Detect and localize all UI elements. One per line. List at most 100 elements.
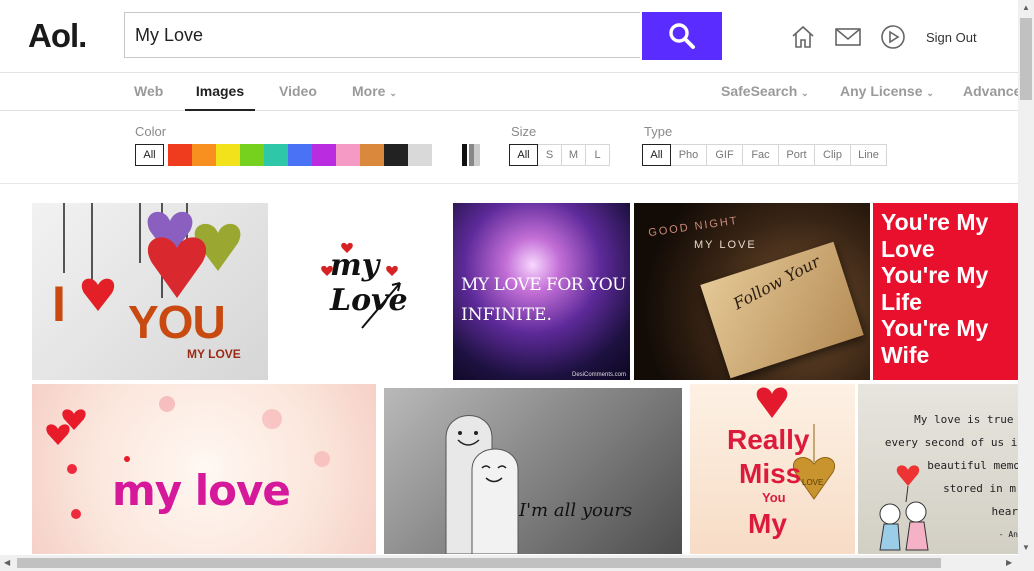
safesearch-label: SafeSearch xyxy=(721,83,798,99)
tile4-my-love-text: MY LOVE xyxy=(694,239,757,251)
tile5-line: You're My xyxy=(881,262,989,288)
color-swatch-gray[interactable] xyxy=(408,144,432,166)
search-button[interactable] xyxy=(642,12,722,60)
vertical-scrollbar[interactable]: ▲ ▼ xyxy=(1018,0,1034,555)
chevron-down-icon: ⌄ xyxy=(801,88,809,98)
tile5-text-block: You're My Love You're My Life You're My … xyxy=(881,209,988,368)
scroll-right-icon[interactable]: ▶ xyxy=(1006,558,1012,567)
tile4-paper-note xyxy=(700,241,864,379)
image-result-4[interactable]: GOOD NIGHT MY LOVE Follow Your xyxy=(634,203,870,380)
tile5-line: You're My xyxy=(881,209,989,235)
size-all-button[interactable]: All xyxy=(509,144,538,166)
license-dropdown[interactable]: Any License ⌄ xyxy=(840,73,934,109)
aol-logo[interactable]: Aol. xyxy=(28,17,87,55)
search-icon xyxy=(669,23,695,49)
color-swatch-black[interactable] xyxy=(384,144,408,166)
tile9-poem: My love is true and every second of us i… xyxy=(858,408,1018,546)
color-swatch-red[interactable] xyxy=(168,144,192,166)
color-filter-label: Color xyxy=(135,124,167,139)
tile9-line: - An xyxy=(998,530,1018,539)
tab-video[interactable]: Video xyxy=(279,73,317,109)
image-filters: Color All Size All S M L Type All Pho GI… xyxy=(0,111,1018,184)
image-results-grid: I YOU MY LOVE my Love MY LOVE FOR YOU IS… xyxy=(0,184,1018,554)
image-result-7[interactable]: I'm all yours xyxy=(384,388,682,554)
color-swatch-purple[interactable] xyxy=(312,144,336,166)
tab-more[interactable]: More ⌄ xyxy=(352,73,397,109)
size-small-button[interactable]: S xyxy=(537,144,562,166)
finger-couple-illustration xyxy=(445,415,519,554)
tile5-line: Life xyxy=(881,288,922,315)
type-portrait-button[interactable]: Port xyxy=(778,144,815,166)
image-result-6[interactable]: my love xyxy=(32,384,376,554)
tile3-line1: MY LOVE FOR YOU IS xyxy=(461,275,630,295)
sign-out-link[interactable]: Sign Out xyxy=(926,30,977,45)
size-medium-button[interactable]: M xyxy=(561,144,586,166)
scroll-up-icon[interactable]: ▲ xyxy=(1022,3,1030,12)
tile8-really-text: Really xyxy=(727,424,810,455)
color-swatch-orange[interactable] xyxy=(192,144,216,166)
color-swatch-teal[interactable] xyxy=(264,144,288,166)
color-swatch-brown[interactable] xyxy=(360,144,384,166)
image-result-9[interactable]: My love is true and every second of us i… xyxy=(858,384,1018,554)
image-result-5[interactable]: You're My Love You're My Life You're My … xyxy=(873,203,1018,380)
type-filter-label: Type xyxy=(644,124,673,139)
tab-web[interactable]: Web xyxy=(134,73,163,109)
size-filter-label: Size xyxy=(511,124,537,139)
type-all-button[interactable]: All xyxy=(642,144,671,166)
tile8-miss-text: Miss xyxy=(739,458,802,489)
tile9-line: hear xyxy=(991,505,1019,518)
size-filter: All S M L xyxy=(509,144,610,166)
top-header: Aol. My Love Sign Out xyxy=(0,0,1018,73)
home-icon[interactable] xyxy=(789,23,817,51)
tile4-good-night-text: GOOD NIGHT xyxy=(647,214,740,240)
image-result-2[interactable]: my Love xyxy=(272,203,450,380)
search-vertical-tabs: Web Images Video More ⌄ SafeSearch ⌄ Any… xyxy=(0,73,1030,111)
tile9-line: stored in m xyxy=(943,482,1016,495)
tile3-line2: INFINITE. xyxy=(461,305,552,325)
type-face-button[interactable]: Fac xyxy=(742,144,779,166)
type-gif-button[interactable]: GIF xyxy=(706,144,743,166)
scroll-down-icon[interactable]: ▼ xyxy=(1022,543,1030,552)
scroll-left-icon[interactable]: ◀ xyxy=(4,558,10,567)
type-lineart-button[interactable]: Line xyxy=(850,144,887,166)
image-result-8[interactable]: LOVE Really Miss You My xyxy=(690,384,855,554)
tile9-line: beautiful memo xyxy=(927,459,1018,472)
tab-images[interactable]: Images xyxy=(185,73,255,111)
vertical-scroll-thumb[interactable] xyxy=(1020,18,1032,100)
tile1-you-text: YOU xyxy=(128,296,226,348)
mail-icon[interactable] xyxy=(834,23,862,51)
tile8-you-text: You xyxy=(762,490,786,505)
tile9-line: every second of us is xyxy=(884,436,1018,449)
horizontal-scroll-thumb[interactable] xyxy=(17,558,941,568)
horizontal-scrollbar[interactable]: ◀ ▶ xyxy=(0,555,1034,571)
tile5-line: Wife xyxy=(881,341,930,368)
type-photo-button[interactable]: Pho xyxy=(670,144,707,166)
color-all-button[interactable]: All xyxy=(135,144,164,166)
tile8-heart-label: LOVE xyxy=(802,478,824,487)
color-swatch-blue[interactable] xyxy=(288,144,312,166)
safesearch-dropdown[interactable]: SafeSearch ⌄ xyxy=(721,73,809,109)
image-result-3[interactable]: MY LOVE FOR YOU IS INFINITE. DesiComment… xyxy=(453,203,630,380)
search-input[interactable]: My Love xyxy=(124,12,640,58)
tile1-my-love-text: MY LOVE xyxy=(187,347,241,361)
image-result-1[interactable]: I YOU MY LOVE xyxy=(32,203,268,380)
color-swatch-white[interactable] xyxy=(432,144,456,166)
tile5-line: You're My xyxy=(881,315,989,341)
tile7-text: I'm all yours xyxy=(519,500,633,521)
tile9-line: My love is true and xyxy=(914,413,1018,426)
size-large-button[interactable]: L xyxy=(585,144,610,166)
tile8-my-text: My xyxy=(748,508,787,539)
video-play-icon[interactable] xyxy=(879,23,907,51)
chevron-down-icon: ⌄ xyxy=(926,88,934,98)
color-swatch-green[interactable] xyxy=(240,144,264,166)
color-swatch-grayscale[interactable] xyxy=(456,144,480,166)
tab-more-label: More xyxy=(352,83,386,99)
color-swatch-yellow[interactable] xyxy=(216,144,240,166)
tile6-my-love-text: my love xyxy=(112,466,291,515)
type-clipart-button[interactable]: Clip xyxy=(814,144,851,166)
color-swatch-pink[interactable] xyxy=(336,144,360,166)
color-swatches: All xyxy=(135,144,480,166)
arrow-hearts-decoration xyxy=(321,242,401,329)
license-label: Any License xyxy=(840,83,923,99)
tile1-letter-i: I xyxy=(52,276,66,332)
